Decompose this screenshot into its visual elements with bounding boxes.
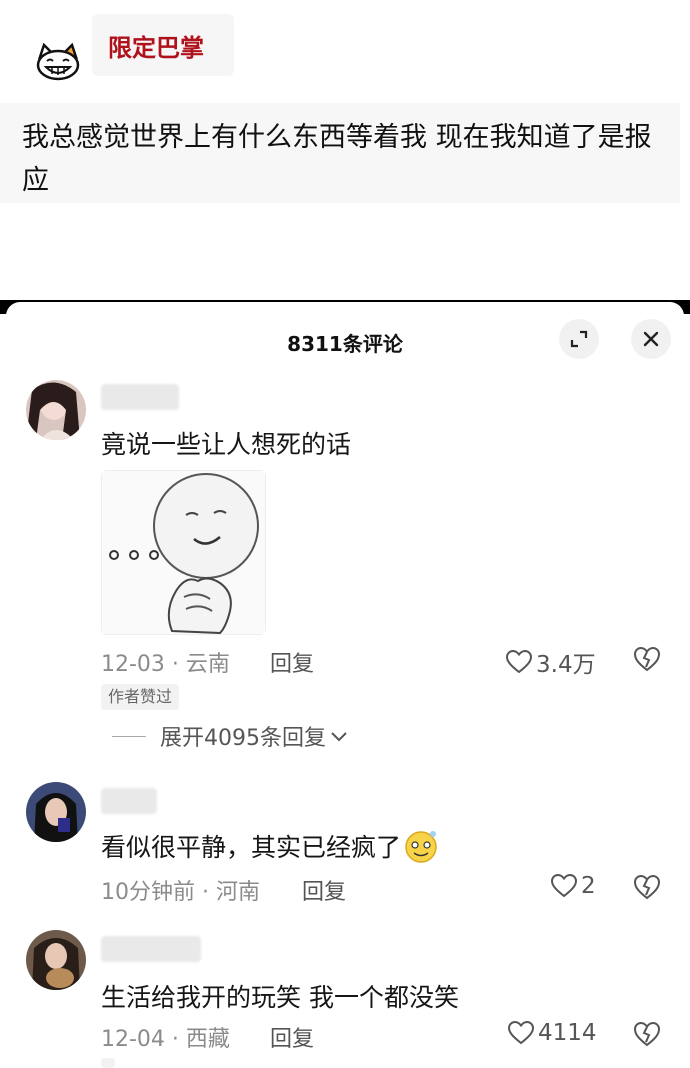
like-count: 4114 bbox=[538, 1020, 597, 1046]
comment-date-location: 12-03 · 云南 bbox=[101, 652, 230, 677]
reply-button[interactable]: 回复 bbox=[270, 1021, 314, 1053]
avatar[interactable] bbox=[26, 930, 86, 990]
comment-date-location: 10分钟前 · 河南 bbox=[101, 880, 260, 905]
sticker-image[interactable] bbox=[101, 470, 266, 635]
like-button[interactable]: 4114 bbox=[508, 1020, 597, 1046]
avatar-photo bbox=[26, 930, 86, 990]
heart-icon bbox=[551, 874, 577, 898]
avatar[interactable] bbox=[26, 782, 86, 842]
commenter-name[interactable] bbox=[101, 384, 179, 410]
chevron-down-icon bbox=[331, 732, 347, 742]
comment-text-row: 看似很平静，其实已经疯了 bbox=[101, 828, 439, 864]
close-button[interactable] bbox=[631, 319, 671, 359]
expand-icon bbox=[570, 330, 588, 348]
comment-date-location: 12-04 · 西藏 bbox=[101, 1027, 230, 1052]
expand-replies-label: 展开4095条回复 bbox=[160, 726, 326, 751]
expand-button[interactable] bbox=[559, 319, 599, 359]
dizzy-face-emoji-icon bbox=[405, 831, 437, 863]
avatar-photo bbox=[26, 380, 86, 440]
author-liked-badge: 作者赞过 bbox=[101, 684, 180, 710]
heart-icon bbox=[506, 650, 532, 674]
author-liked-badge-partial bbox=[101, 1058, 115, 1068]
cat-logo-icon bbox=[36, 43, 80, 81]
dislike-broken-heart-icon[interactable] bbox=[633, 645, 661, 673]
expand-replies-button[interactable]: 展开4095条回复 bbox=[112, 720, 348, 752]
like-button[interactable]: 3.4万 bbox=[506, 645, 596, 679]
commenter-name[interactable] bbox=[101, 936, 201, 962]
expand-line bbox=[112, 735, 146, 737]
reply-button[interactable]: 回复 bbox=[302, 874, 346, 906]
dislike-broken-heart-icon[interactable] bbox=[633, 1020, 661, 1048]
sheet-edge-mask bbox=[6, 302, 684, 318]
comment-text: 竟说一些让人想死的话 bbox=[101, 430, 352, 459]
reply-button[interactable]: 回复 bbox=[270, 646, 314, 678]
meme-face-sticker bbox=[102, 471, 265, 635]
like-count: 3.4万 bbox=[536, 652, 596, 678]
comment-text: 看似很平静，其实已经疯了 bbox=[101, 833, 402, 862]
avatar[interactable] bbox=[26, 380, 86, 440]
like-count: 2 bbox=[581, 873, 596, 899]
comment-text: 生活给我开的玩笑 我一个都没笑 bbox=[101, 983, 459, 1012]
like-button[interactable]: 2 bbox=[551, 873, 596, 899]
avatar-photo bbox=[26, 782, 86, 842]
heart-icon bbox=[508, 1021, 534, 1045]
commenter-name[interactable] bbox=[101, 788, 157, 814]
close-icon bbox=[643, 331, 659, 347]
dislike-broken-heart-icon[interactable] bbox=[633, 873, 661, 901]
post-text: 我总感觉世界上有什么东西等着我 现在我知道了是报应 bbox=[22, 122, 652, 196]
author-name[interactable]: 限定巴掌 bbox=[108, 28, 204, 63]
